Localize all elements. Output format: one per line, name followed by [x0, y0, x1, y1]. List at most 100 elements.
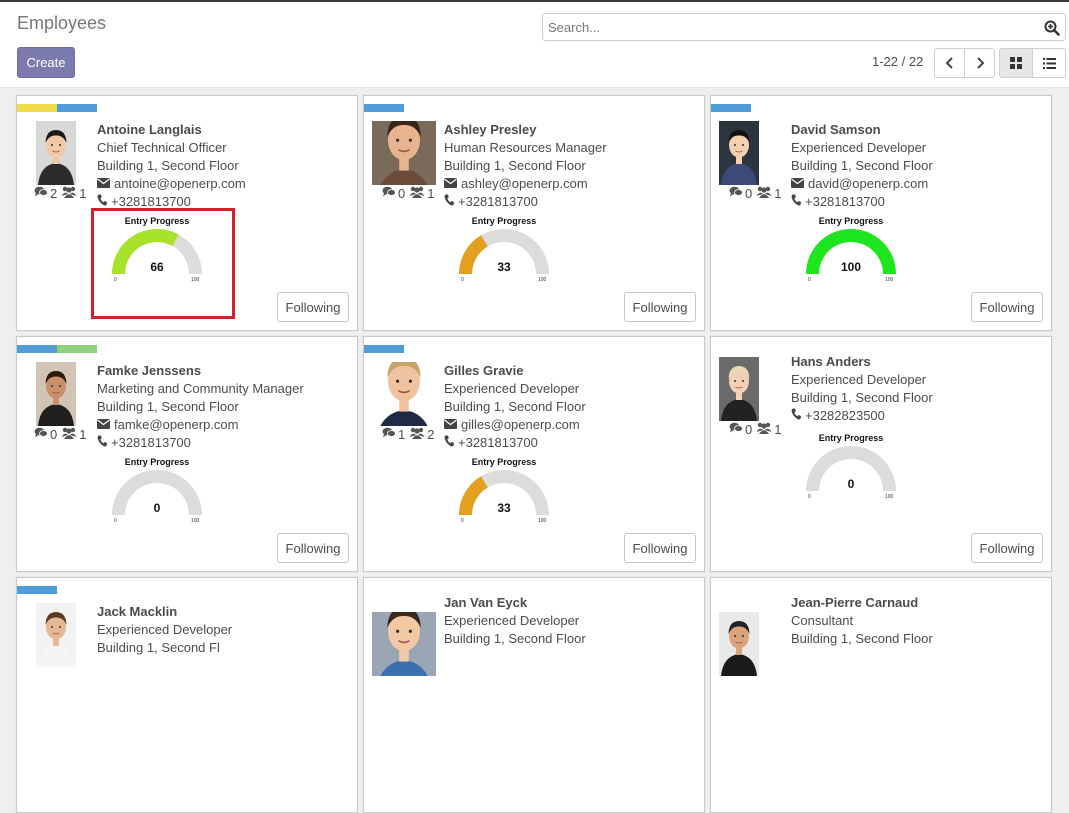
tag-color[interactable] — [364, 345, 404, 353]
employee-photo[interactable] — [36, 121, 76, 185]
comments-icon — [34, 427, 48, 442]
kanban-view-button[interactable] — [999, 48, 1033, 78]
phone-icon — [791, 407, 801, 425]
following-button[interactable]: Following — [277, 533, 349, 563]
employee-photo[interactable] — [36, 362, 76, 426]
employee-name[interactable]: David Samson — [791, 121, 933, 139]
employee-email[interactable]: ashley@openerp.com — [461, 175, 588, 193]
message-count: 0 — [398, 186, 406, 201]
employee-name[interactable]: Jan Van Eyck — [444, 594, 586, 612]
gauge-value: 100 — [840, 260, 862, 274]
list-view-icon — [1042, 57, 1056, 69]
employee-photo[interactable] — [372, 612, 436, 676]
employee-stats: 01 — [729, 186, 781, 201]
pager-value[interactable]: 1-22 / 22 — [872, 54, 923, 69]
gauge-value: 33 — [497, 260, 511, 274]
following-button[interactable]: Following — [624, 292, 696, 322]
pager-next-button[interactable] — [964, 48, 995, 78]
employee-name[interactable]: Gilles Gravie — [444, 362, 586, 380]
employee-info: Jack Macklin Experienced Developer Buildin… — [97, 603, 232, 657]
employee-phone: +3282823500 — [805, 408, 885, 423]
employee-info: David Samson Experienced Developer Buildin… — [791, 121, 933, 211]
employee-phone-row: +3282823500 — [791, 407, 933, 425]
employee-card[interactable]: Jan Van Eyck Experienced Developer Buildin… — [363, 577, 705, 813]
employee-phone: +3281813700 — [111, 194, 191, 209]
employee-job: Experienced Developer — [791, 140, 927, 155]
envelope-icon — [97, 175, 110, 193]
employee-card[interactable]: Jean-Pierre Carnaud Consultant Building 1,… — [710, 577, 1052, 813]
employee-phone-row: +3281813700 — [791, 193, 933, 211]
employee-card[interactable]: Gilles Gravie Experienced Developer Buildi… — [363, 336, 705, 572]
follower-count: 1 — [427, 186, 435, 201]
tag-color[interactable] — [17, 104, 57, 112]
envelope-icon — [444, 175, 457, 193]
following-button[interactable]: Following — [971, 292, 1043, 322]
zoom-in-icon[interactable] — [1044, 20, 1060, 36]
employee-phone-row: +3281813700 — [97, 434, 304, 452]
employee-photo[interactable] — [719, 357, 759, 421]
employee-email[interactable]: gilles@openerp.com — [461, 416, 580, 434]
following-button[interactable]: Following — [277, 292, 349, 322]
message-count: 0 — [50, 427, 58, 442]
employee-name[interactable]: Jean-Pierre Carnaud — [791, 594, 933, 612]
gauge-title: Entry Progress — [471, 457, 537, 467]
employee-job: Experienced Developer — [444, 381, 580, 396]
employee-card[interactable]: Famke Jenssens Marketing and Community Ma… — [16, 336, 358, 572]
employee-card[interactable]: Antoine Langlais Chief Technical Officer B… — [16, 95, 358, 331]
employee-email[interactable]: david@openerp.com — [808, 175, 928, 193]
tag-color[interactable] — [711, 104, 751, 112]
employee-phone-row: +3281813700 — [444, 193, 607, 211]
follower-count: 2 — [427, 427, 435, 442]
search-input[interactable] — [542, 13, 1066, 41]
tag-color[interactable] — [17, 586, 57, 594]
employee-location: Building 1, Second Floor — [444, 158, 586, 173]
employee-location: Building 1, Second Fl — [97, 640, 220, 655]
employee-info: Jean-Pierre Carnaud Consultant Building 1,… — [791, 594, 933, 648]
employee-phone-row: +3281813700 — [444, 434, 586, 452]
employee-email[interactable]: famke@openerp.com — [114, 416, 238, 434]
employee-card[interactable]: Hans Anders Experienced Developer Building… — [710, 336, 1052, 572]
gauge-max: 100 — [538, 518, 547, 524]
tag-color[interactable] — [57, 345, 97, 353]
users-icon — [61, 427, 77, 442]
employee-card[interactable]: David Samson Experienced Developer Buildin… — [710, 95, 1052, 331]
employee-photo[interactable] — [719, 612, 759, 676]
employee-phone: +3281813700 — [805, 194, 885, 209]
list-view-button[interactable] — [1032, 48, 1066, 78]
follower-count: 1 — [774, 186, 782, 201]
employee-name[interactable]: Jack Macklin — [97, 603, 232, 621]
employee-location: Building 1, Second Floor — [791, 631, 933, 646]
employee-card[interactable]: Ashley Presley Human Resources Manager Bui… — [363, 95, 705, 331]
employee-name[interactable]: Ashley Presley — [444, 121, 607, 139]
follower-count: 1 — [79, 186, 87, 201]
tag-color[interactable] — [364, 104, 404, 112]
chevron-left-icon — [945, 57, 953, 69]
employee-photo[interactable] — [36, 603, 76, 667]
message-count: 2 — [50, 186, 58, 201]
phone-icon — [791, 193, 801, 211]
employee-photo[interactable] — [372, 121, 436, 185]
employee-name[interactable]: Antoine Langlais — [97, 121, 246, 139]
employee-job: Experienced Developer — [97, 622, 233, 637]
pager-previous-button[interactable] — [934, 48, 965, 78]
comments-icon — [729, 186, 743, 201]
employee-photo[interactable] — [372, 362, 436, 426]
create-button[interactable]: Create — [17, 47, 75, 78]
tag-color[interactable] — [57, 104, 97, 112]
employee-photo[interactable] — [719, 121, 759, 185]
following-button[interactable]: Following — [624, 533, 696, 563]
comments-icon — [729, 422, 743, 437]
follower-count: 1 — [79, 427, 87, 442]
chevron-right-icon — [976, 57, 984, 69]
employee-location: Building 1, Second Floor — [97, 158, 239, 173]
employee-email[interactable]: antoine@openerp.com — [114, 175, 246, 193]
employee-card[interactable]: Jack Macklin Experienced Developer Buildin… — [16, 577, 358, 813]
employee-phone: +3281813700 — [458, 435, 538, 450]
gauge-max: 100 — [191, 518, 200, 524]
tag-bar — [364, 345, 404, 353]
employee-name[interactable]: Hans Anders — [791, 353, 933, 371]
employee-name[interactable]: Famke Jenssens — [97, 362, 304, 380]
phone-icon — [97, 193, 107, 211]
following-button[interactable]: Following — [971, 533, 1043, 563]
tag-color[interactable] — [17, 345, 57, 353]
